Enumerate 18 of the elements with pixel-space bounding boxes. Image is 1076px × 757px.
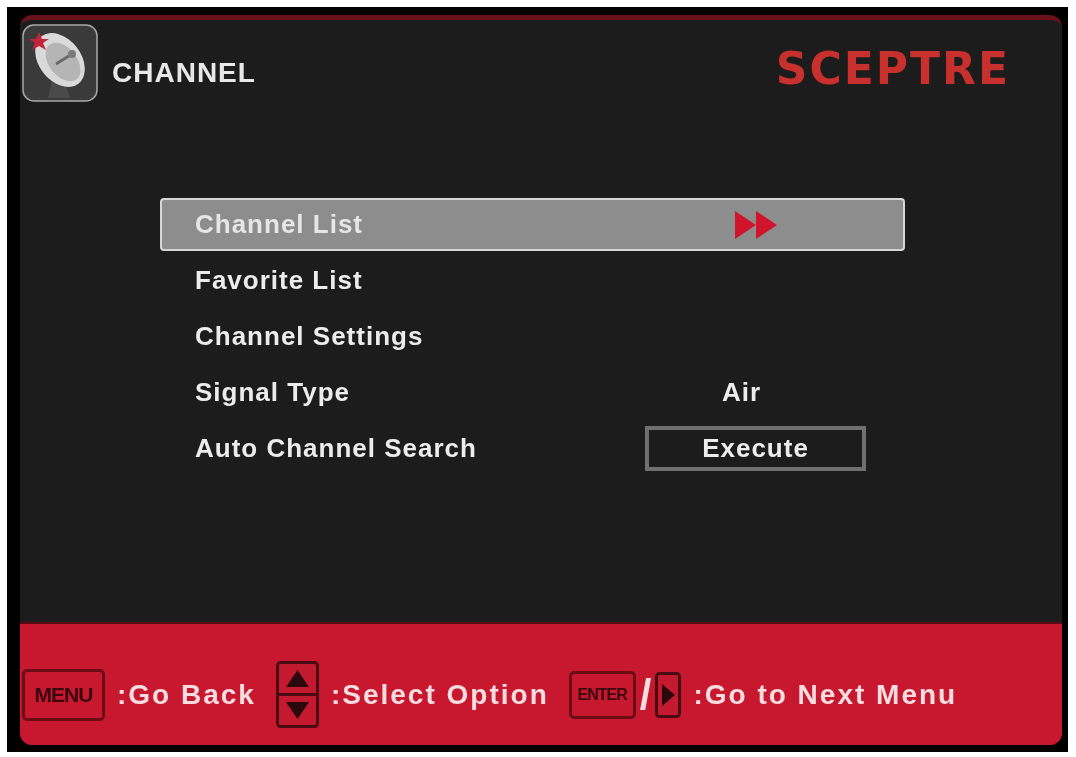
satellite-dish-icon xyxy=(22,23,98,102)
menu-item[interactable]: Favorite List xyxy=(160,254,905,307)
key-separator: / xyxy=(638,673,653,716)
double-arrow-icon xyxy=(734,210,777,239)
setting-value: Air xyxy=(721,376,762,409)
right-arrow-key-icon xyxy=(655,671,682,718)
hint-text: :Go Back xyxy=(117,677,256,712)
menu-title: CHANNEL xyxy=(112,55,256,90)
hint-text: :Select Option xyxy=(330,677,549,712)
menu-item[interactable]: Signal Type Air xyxy=(160,366,905,419)
enter-key: ENTER xyxy=(568,670,636,719)
up-down-keys-icon xyxy=(275,661,319,728)
menu-item[interactable]: Auto Channel Search Execute xyxy=(160,422,905,475)
menu-key: MENU xyxy=(22,668,105,721)
execute-button[interactable]: Execute xyxy=(645,426,866,471)
brand-logo: SCEPTRE xyxy=(775,46,1010,91)
hint-text: :Go to Next Menu xyxy=(693,677,958,712)
menu-item[interactable]: Channel Settings xyxy=(160,310,905,363)
